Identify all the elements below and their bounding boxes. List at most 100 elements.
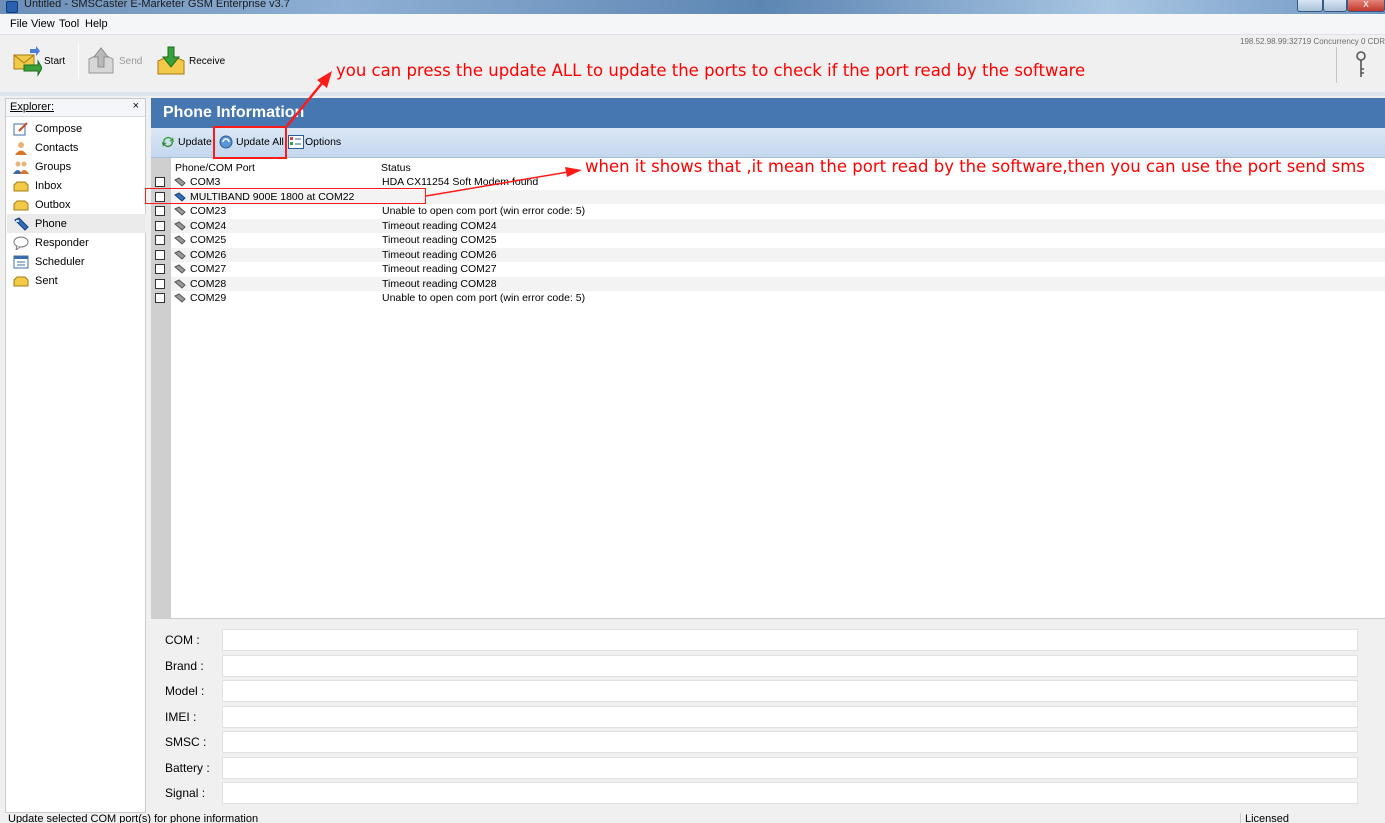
com-field[interactable] [222, 629, 1358, 651]
com-label: COM : [165, 633, 200, 647]
sidebar-item-inbox[interactable]: Inbox [7, 176, 146, 195]
cell-status: Timeout reading COM26 [382, 248, 497, 261]
cell-status: Unable to open com port (win error code:… [382, 205, 586, 217]
signal-row: Signal : [151, 780, 1385, 806]
table-row[interactable]: COM29 Unable to open com port (win error… [155, 291, 1385, 306]
cell-port: COM25 [190, 234, 227, 246]
row-checkbox[interactable] [155, 177, 165, 187]
sidebar-title: Explorer: [10, 101, 55, 113]
brand-field[interactable] [222, 655, 1358, 677]
cell-port: COM23 [190, 205, 227, 217]
signal-field[interactable] [222, 782, 1358, 804]
cell-status: Timeout reading COM24 [382, 219, 497, 232]
toolbar-separator [78, 43, 79, 79]
row-checkbox[interactable] [155, 249, 165, 260]
send-label: Send [119, 55, 143, 67]
update-button[interactable]: Update [161, 135, 212, 149]
minimize-button[interactable] [1297, 0, 1323, 12]
battery-row: Battery : [151, 755, 1385, 781]
panel-title: Phone Information [163, 104, 305, 121]
port-highlight-box [145, 188, 426, 204]
row-checkbox[interactable] [155, 235, 165, 245]
options-icon [288, 135, 304, 149]
close-window-button[interactable]: x [1347, 0, 1385, 12]
menu-view[interactable]: View [31, 18, 55, 30]
row-checkbox[interactable] [155, 220, 165, 231]
menu-tool[interactable]: Tool [59, 18, 79, 30]
sidebar-item-compose[interactable]: Compose [7, 119, 146, 138]
column-header-port[interactable]: Phone/COM Port [175, 162, 255, 174]
table-row[interactable]: COM26 Timeout reading COM26 [155, 247, 1385, 262]
table-row[interactable]: COM28 Timeout reading COM28 [155, 276, 1385, 291]
window-title: Untitled - SMSCaster E-Marketer GSM Ente… [24, 0, 290, 10]
brand-label: Brand : [165, 659, 204, 673]
modem-icon [174, 177, 186, 187]
refresh-icon [161, 135, 175, 149]
table-row[interactable]: COM27 Timeout reading COM27 [155, 262, 1385, 277]
modem-icon [174, 249, 186, 260]
table-row[interactable]: COM24 Timeout reading COM24 [155, 218, 1385, 233]
scheduler-icon [13, 255, 29, 269]
panel-header: Phone Information [151, 98, 1385, 128]
battery-field[interactable] [222, 757, 1358, 779]
modem-icon [174, 264, 186, 274]
key-icon[interactable] [1336, 47, 1384, 83]
send-icon [85, 45, 117, 77]
model-row: Model : [151, 678, 1385, 704]
sidebar-item-contacts[interactable]: Contacts [7, 138, 146, 157]
smsc-field[interactable] [222, 731, 1358, 753]
send-button[interactable]: Send [85, 40, 142, 82]
modem-icon [174, 293, 186, 303]
explorer-sidebar: Explorer: × Compose Contacts Groups Inbo… [5, 98, 146, 813]
license-status: Licensed [1240, 813, 1289, 823]
imei-field[interactable] [222, 706, 1358, 728]
maximize-button[interactable] [1323, 0, 1347, 12]
sidebar-item-label: Contacts [35, 141, 79, 154]
phone-details-form: COM : Brand : Model : IMEI : SMSC : Batt… [151, 618, 1385, 813]
sidebar-close-button[interactable]: × [133, 100, 139, 112]
toolbar-border [0, 92, 1385, 96]
sidebar-item-responder[interactable]: Responder [7, 233, 146, 252]
update-all-highlight-box [213, 126, 287, 159]
start-label: Start [44, 55, 66, 67]
options-label: Options [305, 136, 342, 148]
options-button[interactable]: Options [288, 135, 341, 149]
app-icon [6, 1, 18, 13]
battery-label: Battery : [165, 761, 210, 775]
modem-icon [174, 220, 186, 231]
model-field[interactable] [222, 680, 1358, 702]
menu-file[interactable]: File [10, 18, 28, 30]
status-bar: Update selected COM port(s) for phone in… [0, 813, 1385, 823]
cell-port: COM24 [190, 219, 227, 232]
start-icon [10, 45, 43, 77]
menu-help[interactable]: Help [85, 18, 108, 30]
sidebar-item-sent[interactable]: Sent [7, 271, 146, 290]
model-label: Model : [165, 684, 205, 698]
row-checkbox[interactable] [155, 278, 165, 289]
table-row[interactable]: COM25 Timeout reading COM25 [155, 233, 1385, 248]
start-button[interactable]: Start [10, 40, 65, 82]
table-row[interactable]: COM23 Unable to open com port (win error… [155, 204, 1385, 219]
row-checkbox[interactable] [155, 264, 165, 274]
inbox-icon [13, 179, 29, 193]
sidebar-item-phone[interactable]: Phone [7, 214, 146, 233]
contacts-icon [13, 141, 29, 155]
row-checkbox[interactable] [155, 206, 165, 216]
sidebar-item-scheduler[interactable]: Scheduler [7, 252, 146, 271]
cell-port: COM3 [190, 176, 221, 188]
cell-status: HDA CX11254 Soft Modem found [382, 176, 539, 188]
cell-status: Timeout reading COM25 [382, 234, 497, 246]
signal-label: Signal : [165, 786, 206, 800]
update-all-annotation: you can press the update ALL to update t… [336, 61, 1086, 80]
cell-status: Timeout reading COM28 [382, 277, 497, 290]
row-checkbox[interactable] [155, 293, 165, 303]
sidebar-item-groups[interactable]: Groups [7, 157, 146, 176]
groups-icon [13, 160, 29, 174]
responder-icon [13, 236, 29, 251]
sidebar-item-outbox[interactable]: Outbox [7, 195, 146, 214]
imei-label: IMEI : [165, 710, 197, 724]
com-port-grid: Phone/COM Port Status COM3 HDA CX11254 S… [151, 158, 1385, 618]
receive-button[interactable]: Receive [155, 40, 225, 82]
column-header-status[interactable]: Status [381, 162, 411, 174]
cell-status: Unable to open com port (win error code:… [382, 292, 586, 304]
